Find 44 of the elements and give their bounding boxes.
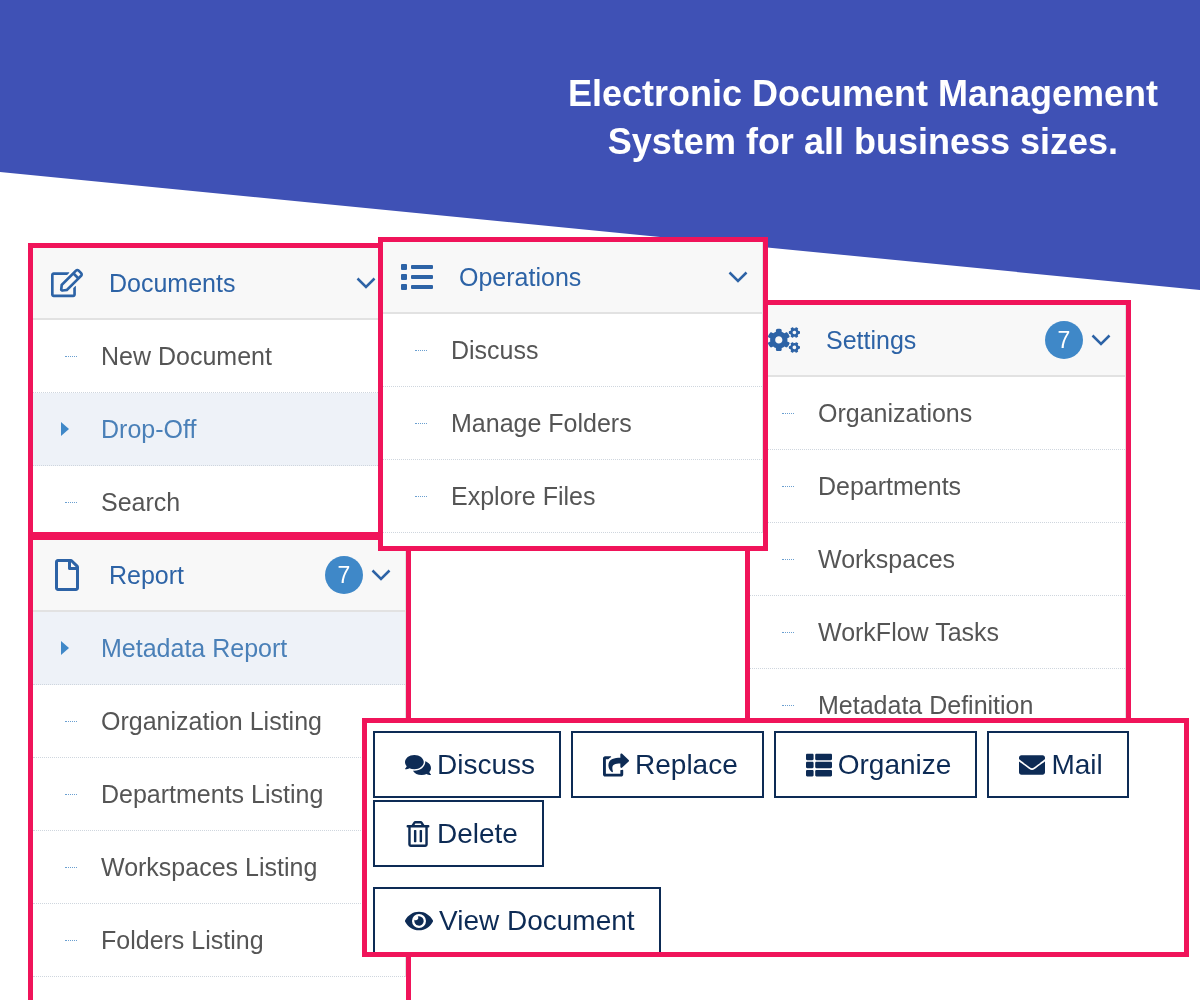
caret-icon xyxy=(61,641,69,655)
share-icon xyxy=(603,751,629,778)
menu-item[interactable]: Discuss xyxy=(451,335,539,365)
menu-item[interactable]: Organizations xyxy=(818,398,973,428)
menu-item[interactable]: Search xyxy=(101,487,181,517)
menu-item[interactable]: Metadata Report xyxy=(101,633,288,663)
menu-item[interactable]: Departments Listing xyxy=(101,779,324,809)
menu-header[interactable]: Operations xyxy=(383,242,763,314)
chevron-down-icon xyxy=(356,277,376,289)
menu-item[interactable]: Folders Listing xyxy=(101,925,264,955)
list-icon xyxy=(401,261,433,293)
action-button[interactable]: Mail xyxy=(987,731,1129,798)
count-badge: 7 xyxy=(325,556,363,594)
menu-title: Operations xyxy=(459,262,583,292)
menu-item[interactable]: Manage Folders xyxy=(451,408,632,438)
menu-header[interactable]: Report 7 xyxy=(33,540,406,612)
headline: System for all business sizes. xyxy=(607,120,1119,164)
menu-item[interactable]: Metadata Definition xyxy=(818,690,1034,720)
menu-item[interactable]: Drop-Off xyxy=(101,414,197,444)
menu-title: Documents xyxy=(109,268,237,298)
action-button[interactable]: Delete xyxy=(373,800,544,867)
menu-item[interactable]: Workspaces xyxy=(818,544,956,574)
action-button[interactable]: Replace xyxy=(571,731,764,798)
menu-item[interactable]: Workspaces Listing xyxy=(101,852,318,882)
menu-item[interactable]: Organization Listing xyxy=(101,706,322,736)
menu-item[interactable]: New Document xyxy=(101,341,272,371)
action-button[interactable]: Organize xyxy=(773,731,978,798)
list-icon xyxy=(805,751,832,778)
menu-item[interactable]: Explore Files xyxy=(451,481,596,511)
chevron-down-icon xyxy=(1091,334,1111,346)
menu-item[interactable]: Departments xyxy=(818,471,962,501)
count-badge: 7 xyxy=(1045,321,1083,359)
gears-icon xyxy=(768,324,800,356)
chevron-down-icon xyxy=(728,271,748,283)
edit-icon xyxy=(51,267,83,299)
chevron-down-icon xyxy=(371,569,391,581)
headline: Electronic Document Management xyxy=(567,72,1158,116)
menu-title: Report xyxy=(109,560,186,590)
action-button[interactable]: Discuss xyxy=(373,731,561,798)
view-document-button[interactable]: View Document xyxy=(373,887,661,952)
trash-icon xyxy=(405,820,431,847)
caret-icon xyxy=(61,422,69,436)
menu-item[interactable]: WorkFlow Tasks xyxy=(818,617,1000,647)
menu-title: Settings xyxy=(826,325,918,355)
